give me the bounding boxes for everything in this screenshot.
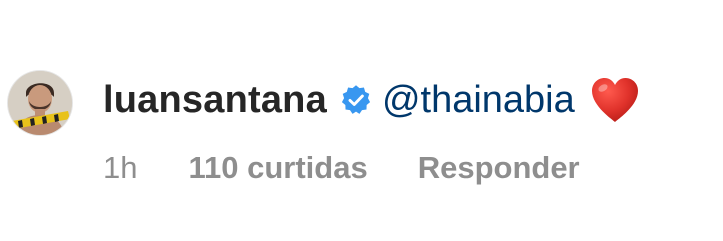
- comment-meta: 1h 110 curtidas Responder: [103, 148, 580, 188]
- comment-text-line: luansantana @thainabia: [103, 70, 641, 130]
- heart-emoji-icon: [589, 76, 641, 124]
- likes-count-link[interactable]: 110 curtidas: [188, 150, 367, 186]
- avatar[interactable]: [8, 71, 72, 135]
- comment-item: luansantana @thainabia 1h 110 curtidas R…: [0, 0, 723, 241]
- verified-badge-icon: [340, 84, 372, 116]
- comment-timestamp: 1h: [103, 150, 138, 185]
- mention-link[interactable]: @thainabia: [382, 79, 575, 122]
- reply-button[interactable]: Responder: [418, 150, 580, 186]
- username[interactable]: luansantana: [103, 79, 327, 122]
- avatar-image: [8, 71, 72, 135]
